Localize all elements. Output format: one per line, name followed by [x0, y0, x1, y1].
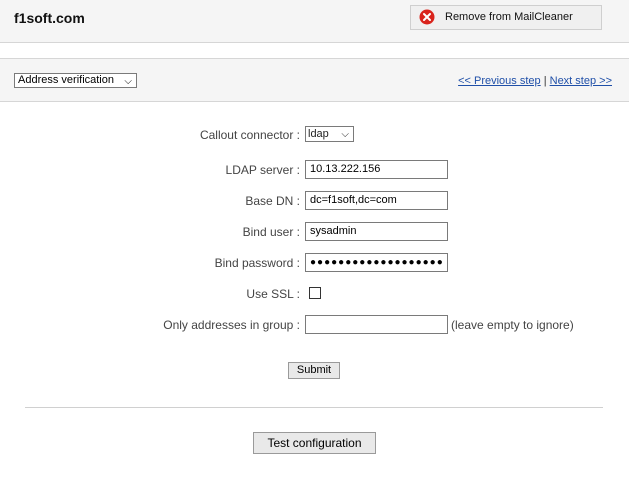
bind-user-row: Bind user : sysadmin — [0, 222, 629, 242]
ldap-server-label: LDAP server : — [225, 163, 300, 177]
nav-separator: | — [543, 75, 547, 87]
callout-connector-select[interactable]: ldap ⌵ — [305, 126, 354, 142]
settings-toolbar: Address verification ⌵ << Previous step … — [0, 58, 629, 102]
ldap-server-row: LDAP server : 10.13.222.156 — [0, 160, 629, 180]
use-ssl-label: Use SSL : — [246, 287, 300, 301]
only-group-row: Only addresses in group : (leave empty t… — [0, 315, 629, 335]
chevron-down-icon: ⌵ — [124, 76, 132, 87]
step-navigation: << Previous step | Next step >> — [458, 75, 612, 87]
next-step-link[interactable]: Next step >> — [550, 75, 612, 87]
remove-button-label: Remove from MailCleaner — [445, 11, 573, 23]
base-dn-input[interactable]: dc=f1soft,dc=com — [305, 191, 448, 210]
only-group-hint: (leave empty to ignore) — [451, 318, 574, 332]
bind-user-input[interactable]: sysadmin — [305, 222, 448, 241]
chevron-down-icon: ⌵ — [341, 129, 349, 140]
remove-x-icon — [419, 9, 435, 25]
callout-connector-row: Callout connector : ldap ⌵ — [0, 125, 629, 145]
test-configuration-button[interactable]: Test configuration — [253, 432, 376, 454]
ldap-server-input[interactable]: 10.13.222.156 — [305, 160, 448, 179]
previous-step-link[interactable]: << Previous step — [458, 75, 541, 87]
section-divider — [25, 407, 603, 408]
use-ssl-checkbox[interactable] — [309, 287, 321, 299]
bind-password-row: Bind password : ●●●●●●●●●●●●●●●●●●● — [0, 253, 629, 273]
section-select-value: Address verification — [18, 74, 114, 86]
domain-title: f1soft.com — [14, 10, 85, 26]
only-group-input[interactable] — [305, 315, 448, 334]
section-select[interactable]: Address verification ⌵ — [14, 73, 137, 88]
remove-from-mailcleaner-button[interactable]: Remove from MailCleaner — [410, 5, 602, 30]
use-ssl-row: Use SSL : — [0, 284, 629, 304]
page-header: f1soft.com Remove from MailCleaner — [0, 0, 629, 43]
bind-password-input[interactable]: ●●●●●●●●●●●●●●●●●●● — [305, 253, 448, 272]
callout-connector-value: ldap — [308, 128, 329, 140]
bind-user-label: Bind user : — [242, 225, 300, 239]
bind-password-label: Bind password : — [214, 256, 300, 270]
base-dn-row: Base DN : dc=f1soft,dc=com — [0, 191, 629, 211]
callout-connector-label: Callout connector : — [199, 128, 300, 142]
only-group-label: Only addresses in group : — [163, 318, 300, 332]
base-dn-label: Base DN : — [245, 194, 300, 208]
submit-button[interactable]: Submit — [288, 362, 340, 379]
